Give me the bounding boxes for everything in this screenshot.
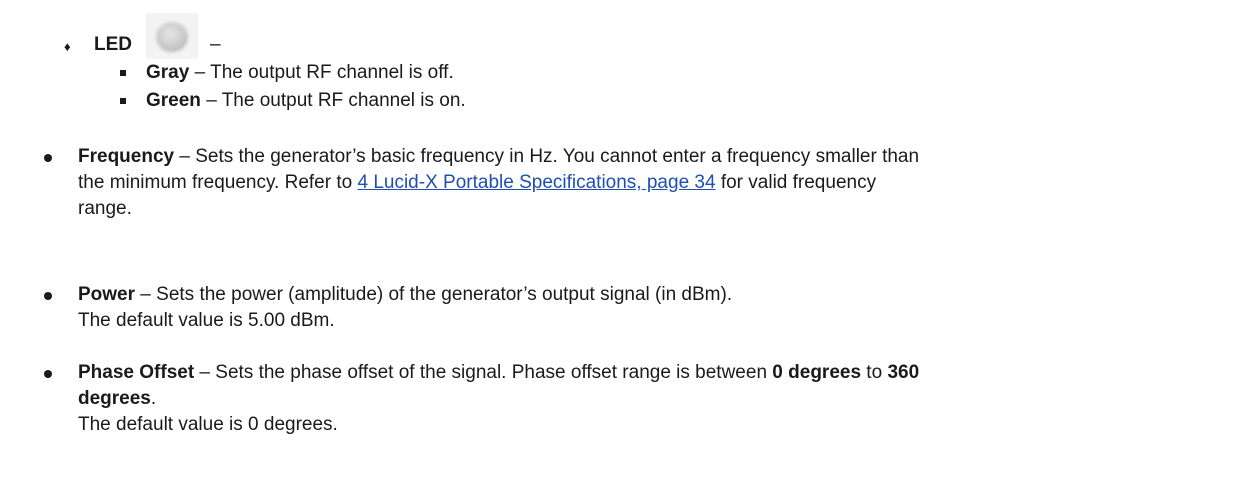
phase-term: Phase Offset bbox=[78, 362, 195, 383]
round-bullet-icon bbox=[44, 370, 52, 378]
list-item-frequency: Frequency – Sets the generator’s basic f… bbox=[44, 144, 1244, 222]
square-bullet-icon bbox=[120, 98, 126, 104]
led-item-text: Green – The output RF channel is on. bbox=[146, 88, 466, 114]
power-default: The default value is 5.00 dBm. bbox=[78, 310, 335, 331]
power-line-1: Power – Sets the power (amplitude) of th… bbox=[78, 282, 1244, 308]
power-desc: – Sets the power (amplitude) of the gene… bbox=[135, 284, 733, 305]
diamond-bullet-icon: ♦ bbox=[64, 39, 71, 54]
led-item-text: Gray – The output RF channel is off. bbox=[146, 60, 454, 86]
frequency-line-2: the minimum frequency. Refer to 4 Lucid-… bbox=[78, 170, 1244, 196]
frequency-refer: the minimum frequency. Refer to bbox=[78, 172, 358, 193]
list-item-phase-offset: Phase Offset – Sets the phase offset of … bbox=[44, 360, 1244, 438]
frequency-text: Frequency – Sets the generator’s basic f… bbox=[78, 144, 1244, 222]
phase-line-1: Phase Offset – Sets the phase offset of … bbox=[78, 360, 1244, 386]
frequency-refer-tail: for valid frequency bbox=[715, 172, 877, 193]
round-bullet-icon bbox=[44, 154, 52, 162]
frequency-line-1: Frequency – Sets the generator’s basic f… bbox=[78, 144, 1244, 170]
led-item-term: Green bbox=[146, 90, 201, 111]
phase-desc: – Sets the phase offset of the signal. P… bbox=[194, 362, 773, 383]
led-dash: – bbox=[210, 34, 221, 55]
frequency-desc: – Sets the generator’s basic frequency i… bbox=[174, 146, 920, 167]
led-item-desc: – The output RF channel is on. bbox=[200, 90, 466, 111]
phase-max: 360 bbox=[887, 362, 920, 383]
list-item-power: Power – Sets the power (amplitude) of th… bbox=[44, 282, 1244, 334]
phase-default: The default value is 0 degrees. bbox=[78, 414, 338, 435]
power-text: Power – Sets the power (amplitude) of th… bbox=[78, 282, 1244, 334]
phase-line-2: degrees. bbox=[78, 386, 1244, 412]
led-item-green: Green – The output RF channel is on. bbox=[120, 88, 466, 114]
led-title: LED bbox=[94, 34, 132, 55]
phase-unit: degrees bbox=[78, 388, 151, 409]
phase-period: . bbox=[150, 388, 157, 409]
frequency-line-3: range. bbox=[78, 198, 132, 219]
frequency-term: Frequency bbox=[78, 146, 175, 167]
led-item-term: Gray bbox=[146, 62, 190, 83]
led-gray-icon bbox=[146, 13, 198, 59]
specifications-link[interactable]: 4 Lucid-X Portable Specifications, page … bbox=[357, 172, 715, 193]
round-bullet-icon bbox=[44, 292, 52, 300]
power-term: Power bbox=[78, 284, 136, 305]
led-item-gray: Gray – The output RF channel is off. bbox=[120, 60, 454, 86]
phase-text: Phase Offset – Sets the phase offset of … bbox=[78, 360, 1244, 438]
led-heading: ♦ LED – bbox=[64, 13, 221, 66]
led-item-desc: – The output RF channel is off. bbox=[189, 62, 454, 83]
phase-min: 0 degrees bbox=[772, 362, 862, 383]
document-page: ♦ LED – Gray – The output RF channel is … bbox=[0, 0, 1258, 504]
square-bullet-icon bbox=[120, 70, 126, 76]
phase-to: to bbox=[861, 362, 888, 383]
